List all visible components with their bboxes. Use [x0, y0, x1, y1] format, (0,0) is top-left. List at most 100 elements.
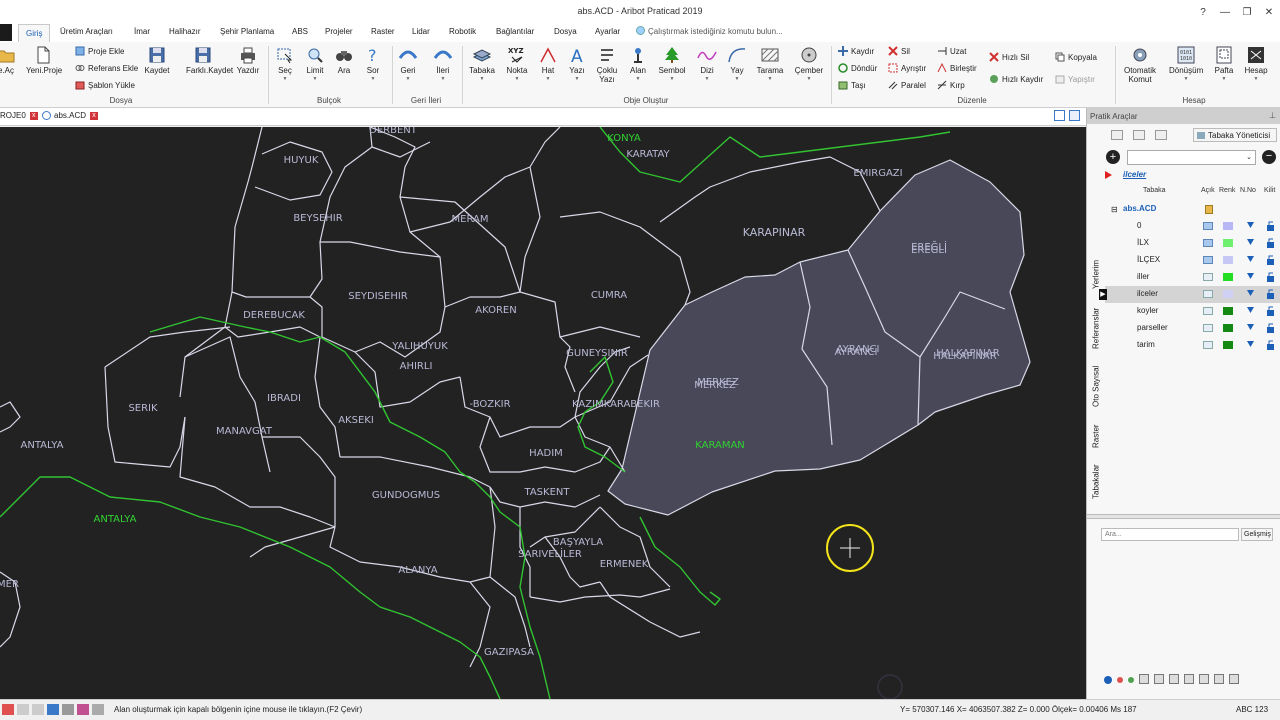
- add-layer-icon[interactable]: +: [1106, 150, 1120, 164]
- print-button[interactable]: Yazdır: [231, 46, 265, 75]
- new-tab-icon[interactable]: [1054, 110, 1065, 121]
- column-header[interactable]: Tabaka: [1143, 187, 1166, 199]
- layer-number-icon[interactable]: [1246, 237, 1255, 248]
- auto-command-button[interactable]: Otomatik Komut: [1123, 46, 1157, 84]
- add-reference-button[interactable]: Referans Ekle: [75, 63, 138, 73]
- gear-icon[interactable]: [62, 704, 74, 715]
- unlock-icon[interactable]: [1266, 288, 1275, 299]
- visibility-icon[interactable]: [1203, 307, 1213, 315]
- layer-number-icon[interactable]: [1246, 254, 1255, 265]
- snap-toggle-icon[interactable]: [2, 704, 14, 715]
- tool-icon[interactable]: [1214, 674, 1224, 684]
- maximize-button[interactable]: ❐: [1236, 0, 1258, 24]
- tool-icon[interactable]: [1169, 674, 1179, 684]
- calculate-button[interactable]: Hesap ▼: [1239, 46, 1273, 84]
- pin-icon[interactable]: ⊥: [1269, 111, 1276, 120]
- remove-layer-icon[interactable]: −: [1262, 150, 1276, 164]
- layer-color-swatch[interactable]: [1223, 290, 1233, 298]
- close-icon[interactable]: x: [29, 111, 38, 120]
- layer-number-icon[interactable]: [1246, 322, 1255, 333]
- layer-color-swatch[interactable]: [1223, 222, 1233, 230]
- vtab-raster[interactable]: Raster: [1087, 418, 1105, 454]
- layer-button[interactable]: Tabaka ▼: [465, 46, 499, 84]
- circle-button[interactable]: Çember ▼: [792, 46, 826, 84]
- unlock-icon[interactable]: [1266, 322, 1275, 333]
- doc-tab-proje[interactable]: ROJE0 x: [0, 111, 38, 120]
- visibility-icon[interactable]: [1203, 324, 1213, 332]
- move-button[interactable]: Kaydır: [838, 46, 874, 56]
- select-button[interactable]: Seç ▼: [268, 46, 302, 84]
- layer-row[interactable]: parseller: [1105, 320, 1280, 337]
- quick-move-button[interactable]: Hızlı Kaydır: [989, 74, 1043, 84]
- unlock-icon[interactable]: [1266, 237, 1275, 248]
- magnet-icon[interactable]: [47, 704, 59, 715]
- layer-color-swatch[interactable]: [1223, 256, 1233, 264]
- visibility-icon[interactable]: [1203, 256, 1213, 264]
- drawing-canvas[interactable]: DERBENT KONYA KARATAY HUYUK EMIRGAZI BEY…: [0, 127, 1086, 699]
- layer-number-icon[interactable]: [1246, 220, 1255, 231]
- visibility-icon[interactable]: [1203, 290, 1213, 298]
- layer-number-icon[interactable]: [1246, 339, 1255, 350]
- unlock-icon[interactable]: [1266, 271, 1275, 282]
- collapse-icon[interactable]: ⊟: [1111, 205, 1118, 214]
- undo-button[interactable]: Geri ▼: [391, 46, 425, 84]
- copy-button[interactable]: Kopyala: [1055, 52, 1097, 62]
- tab-robotik[interactable]: Robotik: [449, 27, 476, 36]
- map-svg[interactable]: DERBENT KONYA KARATAY HUYUK EMIRGAZI BEY…: [0, 127, 1086, 699]
- layer-row[interactable]: İLX: [1105, 235, 1280, 252]
- tab-uretim-araclari[interactable]: Üretim Araçları: [60, 27, 113, 36]
- visibility-icon[interactable]: [1203, 273, 1213, 281]
- tool-icon[interactable]: [1199, 674, 1209, 684]
- tab-baglantilar[interactable]: Bağlantılar: [496, 27, 534, 36]
- red-dot-icon[interactable]: [1117, 677, 1123, 683]
- visibility-icon[interactable]: [1203, 222, 1213, 230]
- ortho-toggle-icon[interactable]: [32, 704, 44, 715]
- text-button[interactable]: A Yazı ▼: [560, 46, 594, 84]
- symbol-button[interactable]: Sembol ▼: [655, 46, 689, 84]
- layer-select-dropdown[interactable]: ⌄: [1127, 150, 1256, 165]
- blue-dot-icon[interactable]: [1104, 676, 1112, 684]
- ruler-icon[interactable]: [92, 704, 104, 715]
- delete-button[interactable]: Sil: [888, 46, 910, 56]
- tab-sehir-planlama[interactable]: Şehir Planlama: [220, 27, 274, 36]
- redo-button[interactable]: İleri ▼: [426, 46, 460, 84]
- arc-button[interactable]: Yay ▼: [720, 46, 754, 84]
- hatch-button[interactable]: Tarama ▼: [753, 46, 787, 84]
- open-button[interactable]: e.Aç: [0, 46, 23, 75]
- layer-number-icon[interactable]: [1246, 288, 1255, 299]
- new-project-button[interactable]: Yeni.Proje: [26, 46, 62, 75]
- close-icon[interactable]: x: [90, 111, 99, 120]
- quick-delete-button[interactable]: Hızlı Sil: [989, 52, 1029, 62]
- layer-color-swatch[interactable]: [1223, 307, 1233, 315]
- vtab-oto-sayisal[interactable]: Oto Sayısal: [1087, 360, 1105, 412]
- layer-color-swatch[interactable]: [1223, 324, 1233, 332]
- tab-abs[interactable]: ABS: [292, 27, 308, 36]
- vtab-yerlerim[interactable]: Yerlerim: [1087, 250, 1105, 298]
- save-as-button[interactable]: Farklı.Kaydet: [186, 46, 233, 75]
- layer-number-icon[interactable]: [1246, 305, 1255, 316]
- close-button[interactable]: ✕: [1258, 0, 1280, 24]
- tab-giris[interactable]: Giriş: [18, 24, 51, 43]
- tool-icon[interactable]: [1229, 674, 1239, 684]
- layer-manager-button[interactable]: Tabaka Yöneticisi: [1193, 128, 1277, 142]
- join-button[interactable]: Birleştir: [937, 63, 977, 73]
- unlock-icon[interactable]: [1266, 254, 1275, 265]
- unlock-icon[interactable]: [1266, 305, 1275, 316]
- rotate-button[interactable]: Döndür: [838, 63, 877, 73]
- paste-button[interactable]: Yapıştır: [1055, 74, 1095, 84]
- command-search[interactable]: Çalıştırmak istediğiniz komutu bulun...: [636, 26, 783, 36]
- tab-projeler[interactable]: Projeler: [325, 27, 353, 36]
- point-button[interactable]: XYZ Nokta ▼: [500, 46, 534, 84]
- layer-row[interactable]: tarim: [1105, 337, 1280, 354]
- tab-lidar[interactable]: Lidar: [412, 27, 430, 36]
- app-menu-button[interactable]: [0, 24, 12, 41]
- array-button[interactable]: Dizi ▼: [690, 46, 724, 84]
- visibility-icon[interactable]: [1203, 341, 1213, 349]
- layer-row[interactable]: İLÇEX: [1105, 252, 1280, 269]
- layer-color-swatch[interactable]: [1223, 239, 1233, 247]
- minimize-button[interactable]: —: [1214, 0, 1236, 24]
- panel-toolbar-icon[interactable]: [1155, 130, 1167, 140]
- column-header[interactable]: N.No: [1240, 187, 1256, 199]
- sheet-button[interactable]: Pafta ▼: [1207, 46, 1241, 84]
- panel-splitter[interactable]: [1087, 514, 1280, 519]
